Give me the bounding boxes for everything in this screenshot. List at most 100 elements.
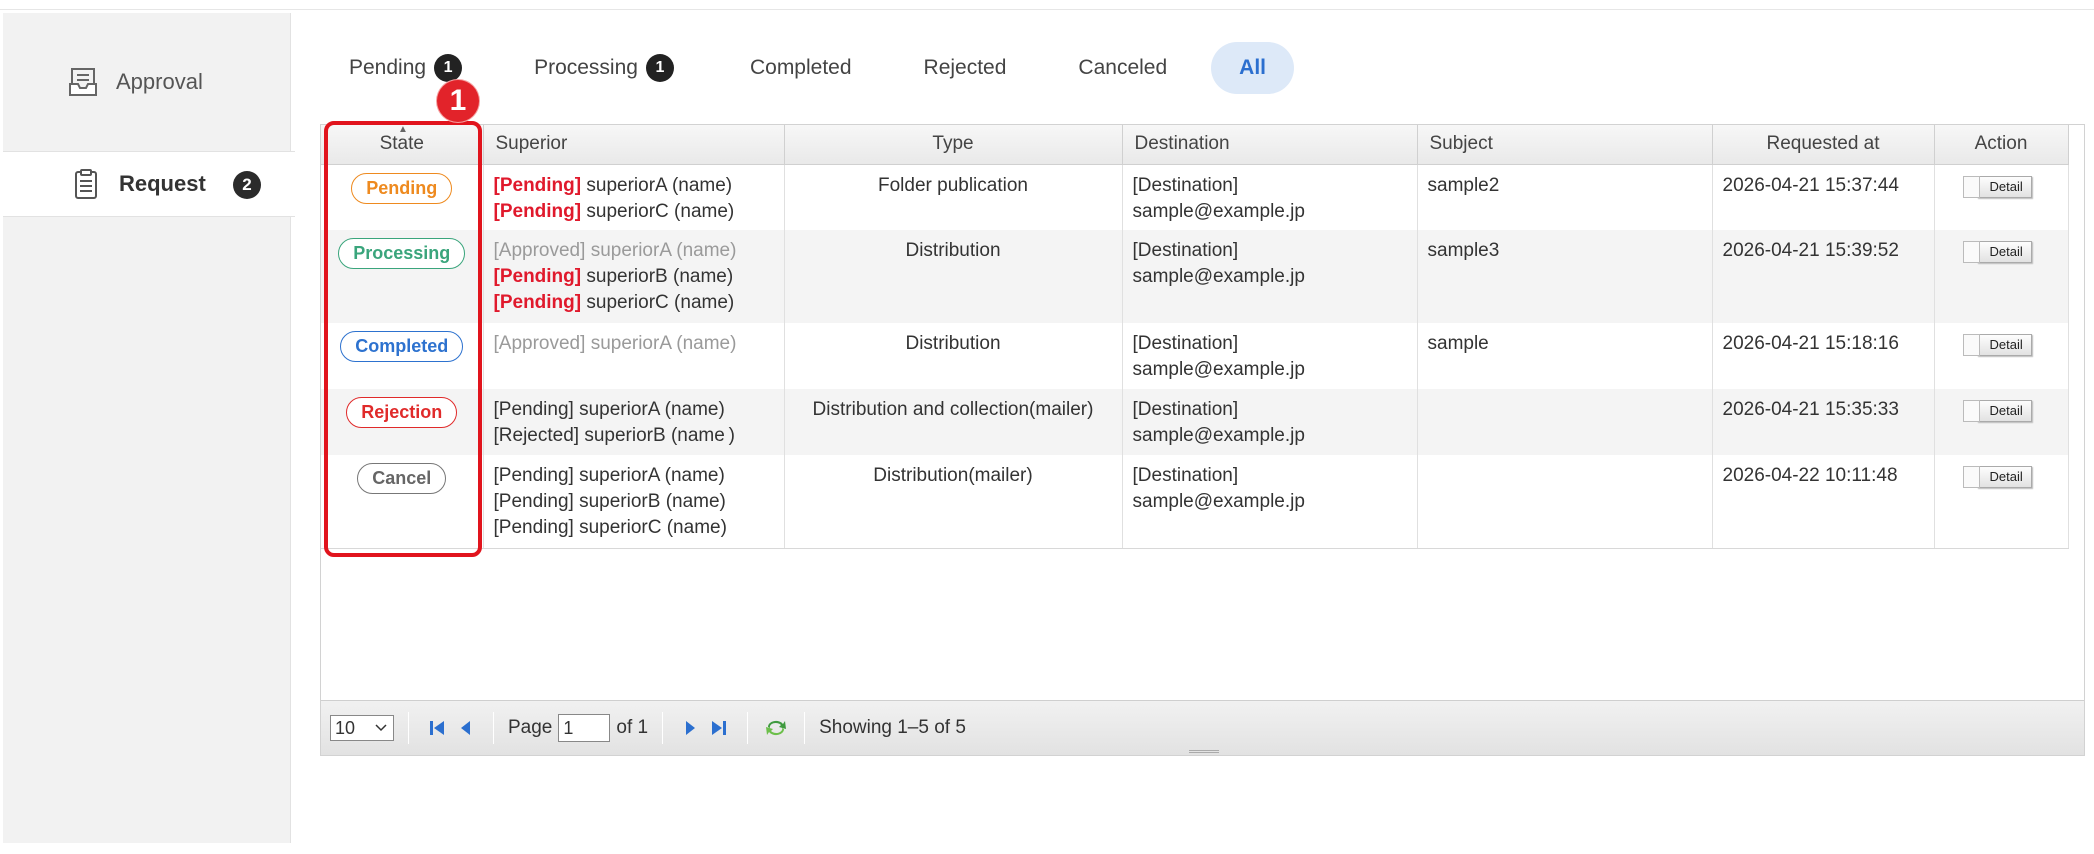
tab-rejected[interactable]: Rejected <box>902 42 1029 94</box>
destination-address: sample@example.jp <box>1132 200 1305 222</box>
destination-cell: [Destination] sample@example.jp <box>1122 230 1418 323</box>
detail-button[interactable]: Detail <box>1962 398 2032 424</box>
superior-name: superiorB <box>586 266 668 287</box>
column-header-subject[interactable]: Subject <box>1417 125 1713 165</box>
next-page-icon[interactable] <box>679 716 703 740</box>
table-row[interactable]: Rejection [Pending] superiorA (name) [Re… <box>321 389 2069 455</box>
detail-button[interactable]: Detail <box>1962 239 2032 265</box>
clipboard-list-icon <box>71 168 101 200</box>
destination-cell: [Destination] sample@example.jp <box>1122 389 1418 455</box>
destination-address: sample@example.jp <box>1132 359 1305 380</box>
type-cell: Folder publication <box>784 164 1123 230</box>
document-icon <box>1962 466 1980 488</box>
superior-entry: [Pending] superiorA (name) <box>494 397 774 423</box>
destination-cell: [Destination] sample@example.jp <box>1122 455 1418 549</box>
tab-label: All <box>1239 56 1266 79</box>
approval-status-tag: [Approved] <box>493 240 586 261</box>
table-row[interactable]: Completed [Approved] superiorA (name) Di… <box>321 323 2069 389</box>
detail-button-label: Detail <box>1976 466 2032 488</box>
action-cell: Detail <box>1934 164 2069 230</box>
destination-address: sample@example.jp <box>1132 491 1305 512</box>
superior-cell: [Approved] superiorA (name) [Pending] su… <box>483 230 785 323</box>
destination-label: [Destination] <box>1132 240 1239 261</box>
approval-status-tag: [Pending] <box>493 200 582 222</box>
tab-completed[interactable]: Completed <box>728 42 874 94</box>
detail-button-label: Detail <box>1976 400 2032 422</box>
resize-grip[interactable] <box>1189 750 1219 753</box>
document-icon <box>1962 334 1980 356</box>
destination-label: [Destination] <box>1132 333 1239 354</box>
status-badge: Processing <box>338 238 466 269</box>
showing-count-text: Showing 1–5 of 5 <box>819 717 966 738</box>
superior-entry: [Pending] superiorC (name) <box>494 290 774 316</box>
tab-canceled[interactable]: Canceled <box>1056 42 1189 94</box>
destination-label: [Destination] <box>1132 465 1239 486</box>
sidebar-item-approval[interactable]: Approval <box>3 13 291 151</box>
detail-button[interactable]: Detail <box>1962 174 2032 200</box>
superior-name: superiorA <box>579 465 660 486</box>
refresh-icon[interactable] <box>764 716 788 740</box>
first-page-icon[interactable] <box>425 716 449 740</box>
page-size-select[interactable]: 10 <box>330 715 394 741</box>
superior-entry: [Pending] superiorB (name) <box>494 264 774 290</box>
superior-name: superiorB <box>579 491 661 512</box>
tab-all[interactable]: All <box>1211 42 1294 94</box>
superior-entry: [Pending] superiorA (name) <box>494 463 774 489</box>
destination-label: [Destination] <box>1132 174 1239 196</box>
pager-separator <box>804 712 806 744</box>
column-header-superior[interactable]: Superior <box>483 125 785 165</box>
subject-cell: sample <box>1417 323 1713 389</box>
action-cell: Detail <box>1934 323 2069 389</box>
subject-cell: sample3 <box>1417 230 1713 323</box>
subject-cell <box>1417 455 1713 549</box>
requested-at-cell: 2026-04-22 10:11:48 <box>1712 455 1935 549</box>
superior-display-name: (name) <box>676 333 737 354</box>
column-header-type[interactable]: Type <box>784 125 1123 165</box>
superior-entry: [Approved] superiorA (name) <box>494 238 774 264</box>
detail-button[interactable]: Detail <box>1962 332 2032 358</box>
column-header-requested-at[interactable]: Requested at <box>1712 125 1935 165</box>
superior-display-name: (name) <box>673 266 734 287</box>
tab-label: Completed <box>749 56 852 79</box>
pagination-bar: 10 Page 1 of 1 Showing 1–5 of 5 <box>321 700 2084 755</box>
action-cell: Detail <box>1934 455 2069 549</box>
pager-separator <box>662 712 664 744</box>
annotation-marker: 1 <box>437 80 479 122</box>
last-page-icon[interactable] <box>707 716 731 740</box>
table-row[interactable]: Processing [Approved] superiorA (name) [… <box>321 230 2069 323</box>
superior-cell: [Pending] superiorA (name) [Pending] sup… <box>483 164 785 230</box>
destination-label: [Destination] <box>1132 399 1239 420</box>
requested-at-cell: 2026-04-21 15:39:52 <box>1712 230 1935 323</box>
detail-button[interactable]: Detail <box>1962 464 2032 490</box>
state-cell: Completed <box>321 323 484 389</box>
pager-separator <box>747 712 749 744</box>
page-total-label: of 1 <box>616 717 649 738</box>
sidebar-item-request[interactable]: Request 2 <box>3 151 295 217</box>
superior-name: superiorC <box>586 200 669 222</box>
action-cell: Detail <box>1934 389 2069 455</box>
requested-at-cell: 2026-04-21 15:18:16 <box>1712 323 1935 389</box>
superior-cell: [Pending] superiorA (name) [Pending] sup… <box>483 455 785 549</box>
table-header-row: State Superior Type Destination Subject … <box>321 125 2069 165</box>
detail-button-label: Detail <box>1976 241 2032 263</box>
pager-separator <box>493 712 494 744</box>
table-row[interactable]: Pending [Pending] superiorA (name) [Pend… <box>321 164 2069 230</box>
superior-entry: [Rejected] superiorB (name ) <box>494 423 774 449</box>
page-number-input[interactable]: 1 <box>558 714 611 742</box>
superior-name: superiorA <box>586 174 667 196</box>
table-row[interactable]: Cancel [Pending] superiorA (name) [Pendi… <box>321 455 2069 549</box>
type-cell: Distribution <box>784 323 1123 389</box>
sidebar-item-label: Request <box>119 171 206 196</box>
sidebar-item-label: Approval <box>116 69 203 94</box>
destination-address: sample@example.jp <box>1132 425 1305 446</box>
prev-page-icon[interactable] <box>453 716 477 740</box>
type-cell: Distribution(mailer) <box>784 455 1123 549</box>
superior-display-name: (name) <box>666 517 727 538</box>
superior-entry: [Pending] superiorC (name) <box>494 515 774 541</box>
requested-at-cell: 2026-04-21 15:35:33 <box>1712 389 1935 455</box>
tab-processing[interactable]: Processing 1 <box>512 42 696 94</box>
superior-entry: [Approved] superiorA (name) <box>494 331 774 357</box>
tab-count-badge: 1 <box>434 54 463 82</box>
superior-name: superiorC <box>586 292 669 313</box>
column-header-destination[interactable]: Destination <box>1122 125 1418 165</box>
